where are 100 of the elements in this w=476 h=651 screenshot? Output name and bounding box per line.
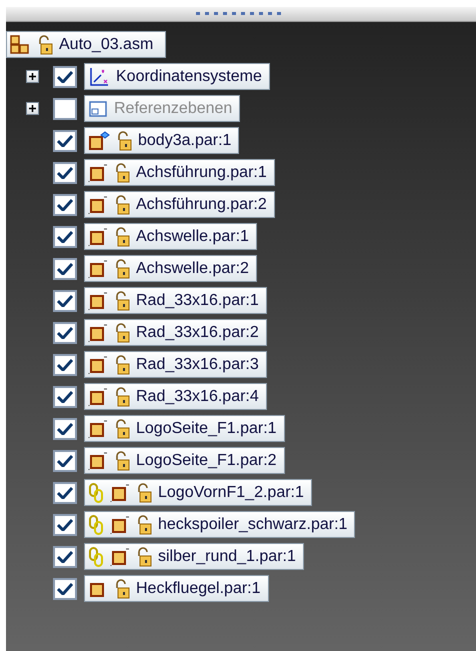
padlock-icon	[114, 162, 130, 182]
tree-node[interactable]: LogoVornF1_2.par:1	[84, 479, 312, 506]
visibility-checkbox[interactable]	[53, 418, 77, 440]
padlock-icon	[136, 546, 152, 566]
visibility-checkbox[interactable]	[53, 450, 77, 472]
visibility-checkbox[interactable]	[53, 386, 77, 408]
tree-node[interactable]: silber_rund_1.par:1	[84, 543, 304, 570]
splitter-grip-bar[interactable]	[6, 7, 476, 22]
checkmark-icon	[57, 134, 73, 146]
tree-node[interactable]: Rad_33x16.par:3	[84, 351, 267, 378]
part-icon	[88, 290, 108, 310]
chain-link-icon	[88, 514, 104, 536]
padlock-icon	[114, 322, 130, 342]
checkmark-icon	[57, 518, 73, 530]
visibility-checkbox[interactable]	[53, 578, 77, 600]
visibility-checkbox[interactable]	[53, 322, 77, 344]
part-icon	[88, 226, 108, 246]
tree-node[interactable]: Rad_33x16.par:1	[84, 287, 267, 314]
node-label: Rad_33x16.par:2	[136, 322, 259, 342]
tree-node[interactable]: Achsführung.par:1	[84, 159, 275, 186]
visibility-checkbox[interactable]	[53, 194, 77, 216]
expand-toggle[interactable]	[26, 70, 39, 83]
padlock-icon	[114, 386, 130, 406]
node-label: Achswelle.par:2	[136, 258, 249, 278]
checkmark-icon	[57, 166, 73, 178]
tree-node[interactable]: LogoSeite_F1.par:1	[84, 415, 285, 442]
tree-node[interactable]: Rad_33x16.par:4	[84, 383, 267, 410]
tree-node[interactable]: body3a.par:1	[84, 127, 240, 154]
visibility-checkbox[interactable]	[53, 514, 77, 536]
visibility-checkbox[interactable]	[53, 130, 77, 152]
padlock-icon	[114, 578, 130, 598]
padlock-icon	[116, 130, 132, 150]
tree-node[interactable]: Auto_03.asm	[6, 31, 166, 58]
padlock-icon	[136, 514, 152, 534]
part-icon	[110, 514, 130, 534]
padlock-icon	[114, 450, 130, 470]
part-icon	[88, 418, 108, 438]
part-icon	[88, 322, 108, 342]
node-label: LogoSeite_F1.par:2	[136, 450, 277, 470]
part-body-icon	[88, 130, 110, 150]
node-label: Heckfluegel.par:1	[136, 578, 261, 598]
assembly-icon	[9, 34, 31, 56]
checkmark-icon	[57, 422, 73, 434]
visibility-checkbox[interactable]	[53, 482, 77, 504]
checkmark-icon	[57, 70, 73, 82]
checkmark-icon	[57, 454, 73, 466]
padlock-icon	[114, 258, 130, 278]
part-icon	[110, 482, 130, 502]
node-label: heckspoiler_schwarz.par:1	[158, 514, 348, 534]
part-icon	[88, 162, 108, 182]
tree-node[interactable]: Achsführung.par:2	[84, 191, 275, 218]
tree-node[interactable]: heckspoiler_schwarz.par:1	[84, 511, 356, 538]
padlock-icon	[37, 34, 53, 54]
part-icon	[88, 258, 108, 278]
tree-node[interactable]: LogoSeite_F1.par:2	[84, 447, 285, 474]
part-icon	[110, 546, 130, 566]
plus-icon	[29, 73, 36, 80]
visibility-checkbox[interactable]	[53, 66, 77, 88]
part-icon	[88, 354, 108, 374]
part-icon	[88, 194, 108, 214]
checkmark-icon	[57, 262, 73, 274]
checkmark-icon	[57, 358, 73, 370]
plus-icon	[29, 105, 36, 112]
node-label: Rad_33x16.par:1	[136, 290, 259, 310]
padlock-icon	[114, 290, 130, 310]
visibility-checkbox[interactable]	[53, 226, 77, 248]
part-icon	[88, 450, 108, 470]
node-label: Referenzebenen	[114, 98, 232, 118]
node-label: Achswelle.par:1	[136, 226, 249, 246]
node-label: silber_rund_1.par:1	[158, 546, 296, 566]
node-label: Achsführung.par:2	[136, 194, 267, 214]
tree-node[interactable]: Koordinatensysteme	[84, 63, 270, 90]
node-label: body3a.par:1	[138, 130, 232, 150]
checkmark-icon	[57, 390, 73, 402]
node-label: LogoSeite_F1.par:1	[136, 418, 277, 438]
part-icon	[88, 386, 108, 406]
checkmark-icon	[57, 230, 73, 242]
visibility-checkbox[interactable]	[53, 162, 77, 184]
padlock-icon	[114, 226, 130, 246]
visibility-checkbox[interactable]	[53, 354, 77, 376]
node-label: Koordinatensysteme	[116, 66, 262, 86]
node-label: Auto_03.asm	[59, 34, 154, 54]
node-label: Achsführung.par:1	[136, 162, 267, 182]
checkmark-icon	[57, 198, 73, 210]
checkmark-icon	[57, 582, 73, 594]
visibility-checkbox[interactable]	[53, 290, 77, 312]
tree-node[interactable]: Achswelle.par:2	[84, 255, 257, 282]
checkmark-icon	[57, 486, 73, 498]
visibility-checkbox[interactable]	[53, 258, 77, 280]
tree-node[interactable]: Rad_33x16.par:2	[84, 319, 267, 346]
checkmark-icon	[57, 326, 73, 338]
node-label: Rad_33x16.par:4	[136, 386, 259, 406]
reference-plane-icon	[88, 98, 108, 118]
tree-node[interactable]: Heckfluegel.par:1	[84, 575, 269, 602]
tree-node[interactable]: Achswelle.par:1	[84, 223, 257, 250]
chain-link-icon	[88, 546, 104, 568]
visibility-checkbox[interactable]	[53, 546, 77, 568]
chain-link-icon	[88, 482, 104, 504]
padlock-icon	[114, 418, 130, 438]
padlock-icon	[114, 354, 130, 374]
